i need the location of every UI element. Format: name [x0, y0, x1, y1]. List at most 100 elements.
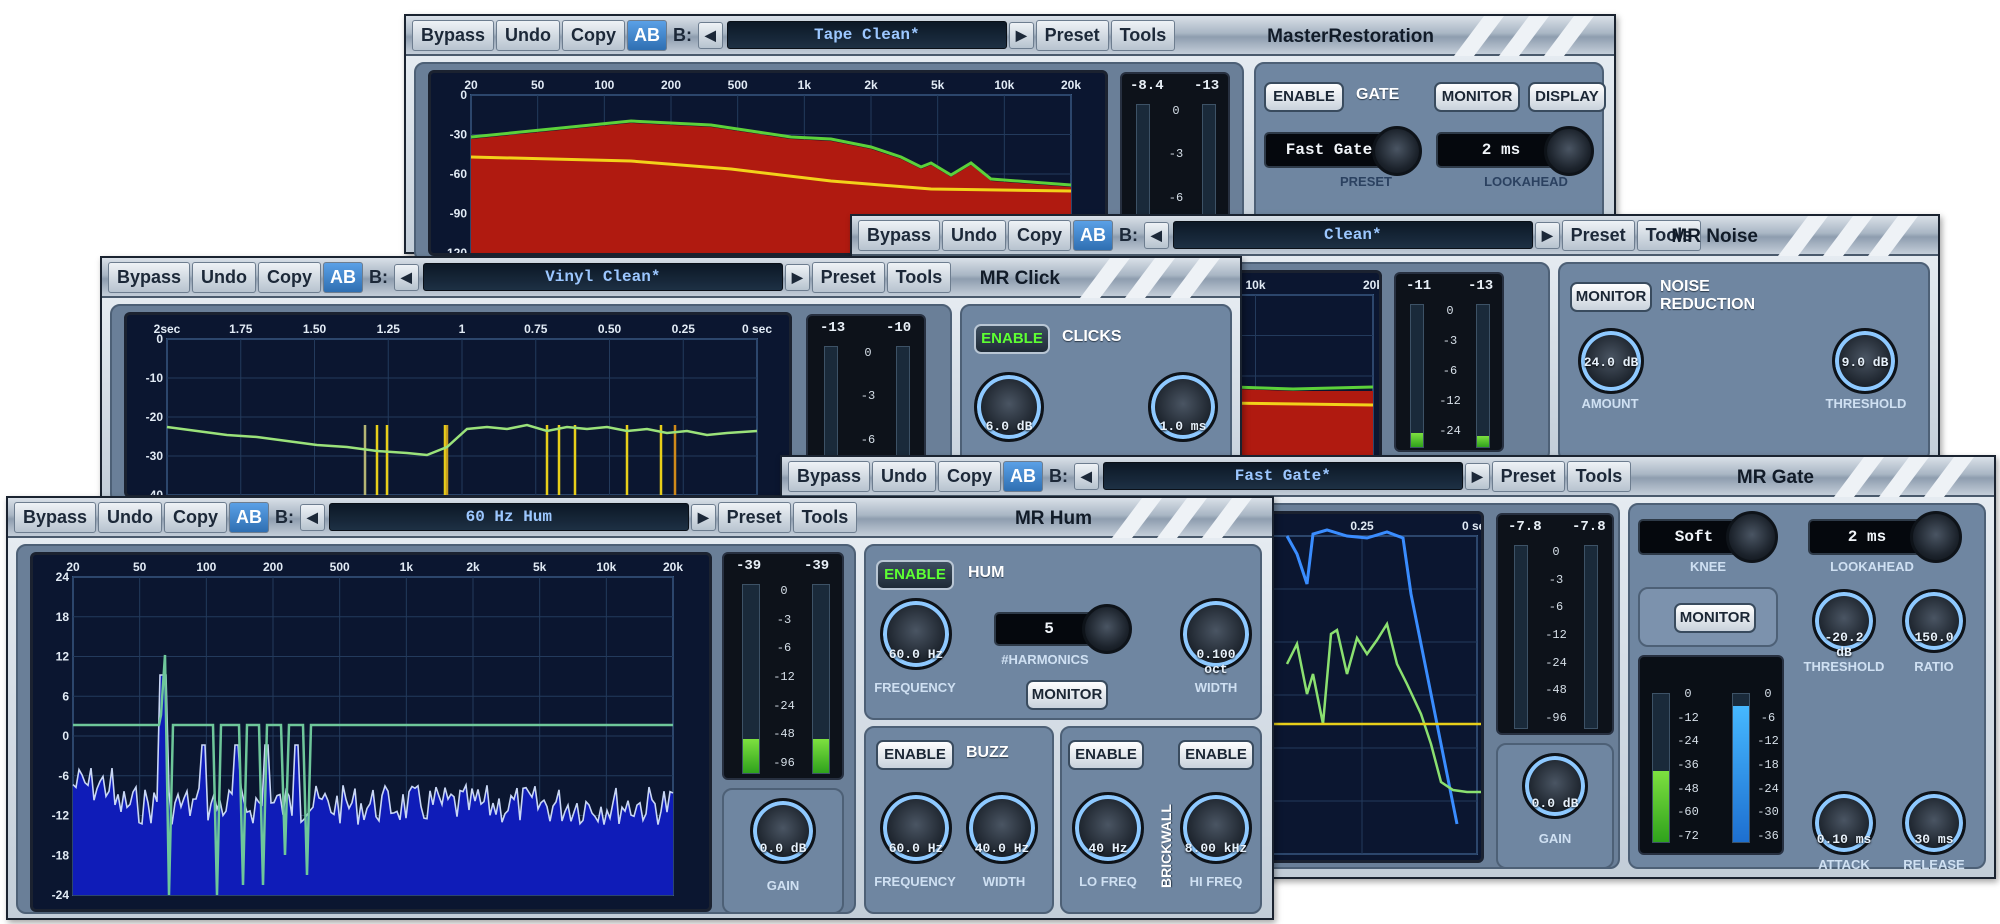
preset-name-display[interactable]: Vinyl Clean* [422, 263, 783, 291]
preset-menu-button[interactable]: Preset [1491, 460, 1565, 492]
brickwall-lo-enable-button[interactable]: ENABLE [1068, 740, 1144, 770]
amount-knob[interactable]: 24.0 dB [1578, 328, 1644, 394]
preset-menu-button[interactable]: Preset [811, 261, 885, 293]
bypass-button[interactable]: Bypass [858, 219, 941, 251]
preset-menu-button[interactable]: Preset [717, 501, 791, 533]
lookahead-display[interactable]: 2 ms [1808, 519, 1926, 555]
prev-preset-arrow-icon[interactable]: ◀ [698, 21, 723, 49]
bypass-button[interactable]: Bypass [14, 501, 97, 533]
x-tick-label: 1 [459, 322, 466, 336]
prev-preset-arrow-icon[interactable]: ◀ [300, 503, 325, 531]
click-threshold-knob[interactable]: 6.0 dB [974, 372, 1044, 442]
click-knob2-value: 1.0 ms [1159, 419, 1207, 434]
attack-knob[interactable]: 0.10 ms [1812, 791, 1876, 855]
tools-menu-button[interactable]: Tools [792, 501, 858, 533]
hum-svg: 20 50 100 200 500 1k 2k 5k 10k 20k24181260-6-12-1… [52, 560, 684, 902]
noise-monitor-button[interactable]: MONITOR [1570, 282, 1652, 312]
brickwall-hi-enable-button[interactable]: ENABLE [1178, 740, 1254, 770]
next-preset-arrow-icon[interactable]: ▶ [1534, 221, 1560, 249]
x-tick-label: 20k [1061, 78, 1081, 92]
undo-button[interactable]: Undo [872, 460, 937, 492]
gate-display-button[interactable]: DISPLAY [1528, 82, 1606, 112]
tools-menu-button[interactable]: Tools [1566, 460, 1632, 492]
clicks-label: CLICKS [1062, 328, 1122, 345]
meter-bar-right [812, 584, 830, 774]
click-svg: 2sec 1.75 1.50 1.25 1 0.75 0.50 0.25 0 sec0-10-2… [146, 322, 772, 495]
prev-preset-arrow-icon[interactable]: ◀ [1144, 221, 1169, 249]
meter-scale-label: -24 [1545, 655, 1567, 670]
hum-width-knob[interactable]: 0.100 oct [1180, 598, 1252, 677]
x-tick-label: 500 [330, 560, 350, 574]
meter-scale-label: -6 [1442, 364, 1458, 378]
copy-button[interactable]: Copy [562, 19, 626, 51]
preset-name-display[interactable]: Tape Clean* [726, 21, 1007, 49]
hi-freq-knob[interactable]: 8.00 kHz [1180, 792, 1252, 864]
meter-scale-label: -24 [1757, 781, 1779, 796]
click-length-knob[interactable]: 1.0 ms [1148, 372, 1218, 442]
undo-button[interactable]: Undo [942, 219, 1007, 251]
lookahead-knob[interactable] [1910, 511, 1962, 563]
gain-value: 0.0 dB [1531, 796, 1579, 811]
threshold-value: -20.2 dB [1824, 630, 1864, 660]
copy-button[interactable]: Copy [1008, 219, 1072, 251]
release-knob[interactable]: 30 ms [1902, 791, 1966, 855]
hum-frequency-knob[interactable]: 60.0 Hz [880, 598, 952, 670]
ab-toggle-button[interactable]: AB [323, 261, 364, 293]
copy-button[interactable]: Copy [938, 460, 1002, 492]
prev-preset-arrow-icon[interactable]: ◀ [394, 263, 419, 291]
y-tick-label: -10 [146, 371, 164, 385]
hum-enable-button[interactable]: ENABLE [876, 560, 954, 590]
lo-freq-knob[interactable]: 40 Hz [1072, 792, 1144, 864]
tools-menu-button[interactable]: Tools [1110, 19, 1176, 51]
next-preset-arrow-icon[interactable]: ▶ [1464, 462, 1490, 490]
ab-toggle-button[interactable]: AB [1073, 219, 1114, 251]
gate-monitor-button[interactable]: MONITOR [1434, 82, 1520, 112]
threshold-knob[interactable]: 9.0 dB [1832, 328, 1898, 394]
prev-preset-arrow-icon[interactable]: ◀ [1074, 462, 1099, 490]
next-preset-arrow-icon[interactable]: ▶ [784, 263, 810, 291]
buzz-enable-button[interactable]: ENABLE [876, 740, 954, 770]
gate-lookahead-knob[interactable] [1544, 126, 1594, 176]
ab-toggle-button[interactable]: AB [1003, 460, 1044, 492]
undo-button[interactable]: Undo [192, 261, 257, 293]
output-meter: -11 -13 0 -3 -6 -12 -24 [1394, 272, 1504, 452]
copy-button[interactable]: Copy [164, 501, 228, 533]
buzz-width-knob[interactable]: 40.0 Hz [966, 792, 1038, 864]
meter-scale-label: -12 [773, 670, 795, 684]
preset-name-display[interactable]: Fast Gate* [1102, 462, 1463, 490]
meter-scale-label: -24 [1677, 734, 1699, 749]
gate-enable-button[interactable]: ENABLE [1264, 82, 1344, 112]
bypass-button[interactable]: Bypass [788, 460, 871, 492]
bypass-button[interactable]: Bypass [108, 261, 191, 293]
x-tick-label: 0.75 [524, 322, 548, 336]
undo-button[interactable]: Undo [98, 501, 163, 533]
next-preset-arrow-icon[interactable]: ▶ [1008, 21, 1034, 49]
preset-name-display[interactable]: Clean* [1172, 221, 1533, 249]
x-tick-label: 1k [400, 560, 414, 574]
undo-button[interactable]: Undo [496, 19, 561, 51]
meter-scale-label: -12 [1757, 734, 1779, 749]
gate-preset-knob[interactable] [1372, 126, 1422, 176]
copy-button[interactable]: Copy [258, 261, 322, 293]
gain-knob[interactable]: 0.0 dB [750, 798, 816, 864]
gain-knob[interactable]: 0.0 dB [1522, 753, 1588, 819]
gain-label: GAIN [1538, 831, 1572, 846]
ratio-label: RATIO [1914, 659, 1954, 674]
threshold-knob[interactable]: -20.2 dB [1812, 589, 1876, 660]
harmonics-knob[interactable] [1082, 604, 1132, 654]
ratio-knob[interactable]: 150.0 [1902, 589, 1966, 653]
tools-menu-button[interactable]: Tools [886, 261, 952, 293]
gate-monitor-button[interactable]: MONITOR [1674, 603, 1756, 633]
buzz-frequency-knob[interactable]: 60.0 Hz [880, 792, 952, 864]
next-preset-arrow-icon[interactable]: ▶ [690, 503, 716, 531]
ab-toggle-button[interactable]: AB [627, 19, 668, 51]
preset-menu-button[interactable]: Preset [1035, 19, 1109, 51]
hum-monitor-button[interactable]: MONITOR [1026, 680, 1108, 710]
bypass-button[interactable]: Bypass [412, 19, 495, 51]
x-tick-label: 1.75 [229, 322, 253, 336]
knee-knob[interactable] [1726, 511, 1778, 563]
ab-toggle-button[interactable]: AB [229, 501, 270, 533]
preset-name-display[interactable]: 60 Hz Hum [328, 503, 689, 531]
clicks-enable-button[interactable]: ENABLE [974, 324, 1050, 354]
preset-menu-button[interactable]: Preset [1561, 219, 1635, 251]
